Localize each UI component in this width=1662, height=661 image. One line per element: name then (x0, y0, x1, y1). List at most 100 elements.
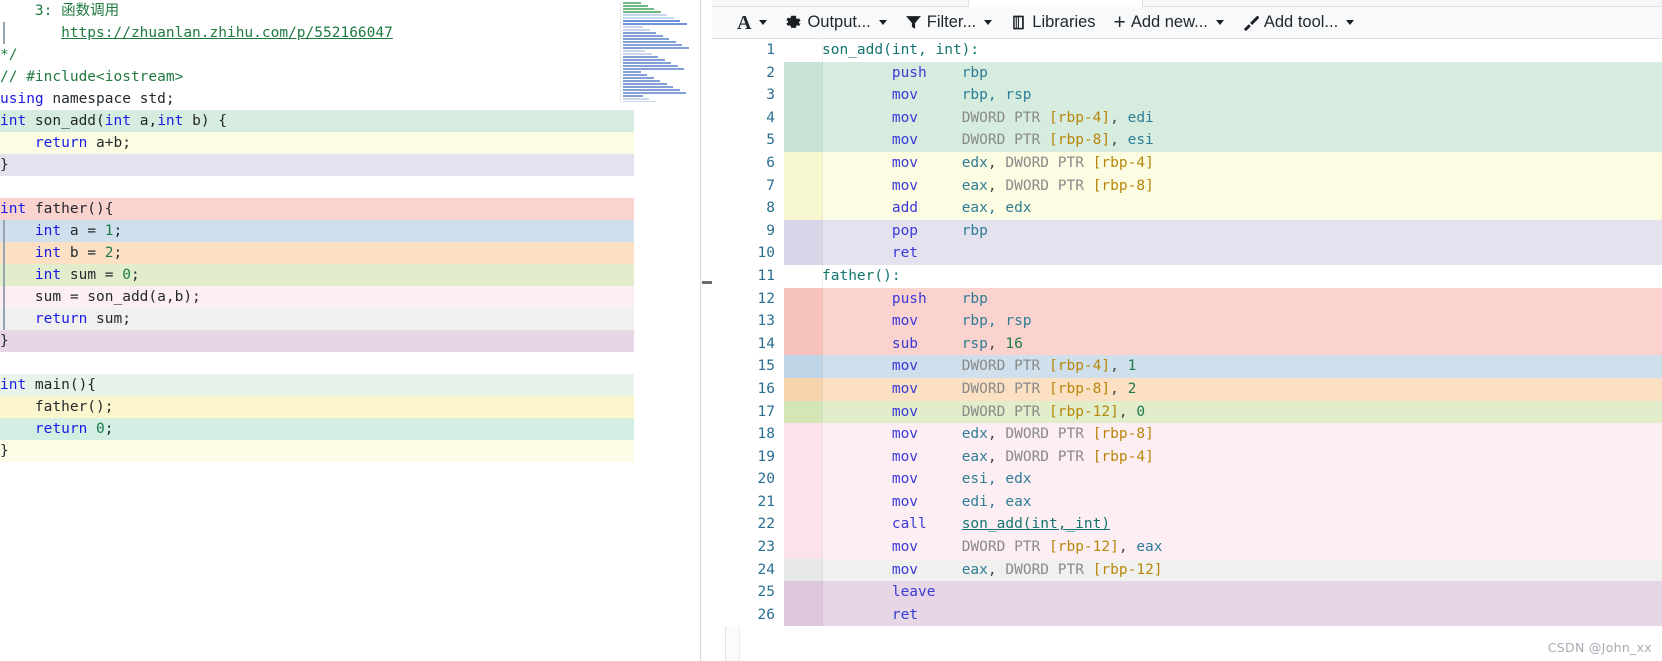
assembly-row[interactable]: 15 mov DWORD PTR [rbp-4], 1 (712, 355, 1662, 378)
assembly-row[interactable]: 5 mov DWORD PTR [rbp-8], esi (712, 129, 1662, 152)
assembly-row[interactable]: 22 call son_add(int,_int) (712, 513, 1662, 537)
assembly-row[interactable]: 11 father(): (712, 264, 1662, 288)
minimap-line (623, 56, 658, 58)
code-token: int (34, 267, 62, 283)
assembly-row[interactable]: 17 mov DWORD PTR [rbp-12], 0 (712, 400, 1662, 424)
assembly-row[interactable]: 9 pop rbp (712, 219, 1662, 243)
minimap-line (623, 101, 656, 102)
source-line[interactable]: int b = 2; (0, 242, 634, 264)
line-number: 21 (712, 490, 784, 514)
assembly-row[interactable]: 10 ret (712, 242, 1662, 265)
assembly-row[interactable]: 21 mov edi, eax (712, 490, 1662, 514)
source-mapping-gutter (784, 445, 822, 469)
toolbar-item-plus[interactable]: + Add new... (1105, 10, 1233, 36)
source-line[interactable]: father(); (0, 396, 634, 418)
assembly-row[interactable]: 1 son_add(int, int): (712, 39, 1662, 62)
source-line[interactable]: https://zhuanlan.zhihu.com/p/552166047 (0, 22, 634, 44)
source-line[interactable]: return sum; (0, 308, 634, 330)
source-line[interactable]: return a+b; (0, 132, 634, 154)
assembly-row[interactable]: 7 mov eax, DWORD PTR [rbp-8] (712, 174, 1662, 198)
source-line[interactable]: } (0, 330, 634, 352)
asm-token (822, 291, 892, 307)
source-line[interactable] (0, 176, 634, 198)
chevron-down-icon[interactable] (1346, 20, 1355, 25)
source-line[interactable]: // #include<iostream> (0, 66, 634, 88)
source-line[interactable]: } (0, 154, 634, 176)
asm-token: [rbp-8] (1092, 177, 1154, 194)
source-mapping-gutter (784, 61, 822, 85)
asm-token (822, 449, 892, 465)
assembly-row[interactable]: 19 mov eax, DWORD PTR [rbp-4] (712, 445, 1662, 469)
assembly-row[interactable]: 24 mov eax, DWORD PTR [rbp-12] (712, 558, 1662, 582)
assembly-row[interactable]: 26 ret (712, 603, 1662, 627)
assembly-row[interactable]: 20 mov esi, edx (712, 468, 1662, 491)
source-line[interactable]: int son_add(int a,int b) { (0, 110, 634, 132)
toolbar-item-libraries[interactable]: Libraries (1001, 10, 1104, 36)
source-mapping-gutter (784, 490, 822, 514)
assembly-row[interactable]: 18 mov edx, DWORD PTR [rbp-8] (712, 423, 1662, 446)
source-mapping-gutter (784, 129, 822, 152)
assembly-row[interactable]: 16 mov DWORD PTR [rbp-8], 2 (712, 377, 1662, 401)
assembly-text: pop rbp (822, 219, 1662, 243)
assembly-text: father(): (822, 264, 1662, 288)
code-token: a = (61, 223, 105, 239)
assembly-body[interactable]: 1 son_add(int, int): 2 push rbp 3 mov rbp, … (712, 39, 1662, 661)
assembly-row[interactable]: 2 push rbp (712, 61, 1662, 85)
splitter-grip[interactable] (702, 281, 712, 284)
assembly-text: mov DWORD PTR [rbp-4], 1 (822, 355, 1662, 378)
source-line[interactable]: int sum = 0; (0, 264, 634, 286)
asm-token (822, 110, 892, 126)
assembly-row[interactable]: 14 sub rsp, 16 (712, 332, 1662, 356)
line-number: 3 (712, 84, 784, 107)
assembly-row[interactable]: 4 mov DWORD PTR [rbp-4], edi (712, 106, 1662, 130)
asm-token: son_add(int, int): (822, 42, 980, 58)
source-line[interactable]: using namespace std; (0, 88, 634, 110)
minimap-line (623, 38, 669, 40)
assembly-row[interactable]: 25 leave (712, 581, 1662, 604)
assembly-row[interactable]: 12 push rbp (712, 287, 1662, 311)
line-number: 8 (712, 197, 784, 220)
asm-token: DWORD PTR (961, 403, 1050, 420)
asm-token (927, 516, 962, 532)
assembly-row[interactable]: 8 add eax, edx (712, 197, 1662, 220)
code-token: } (0, 333, 9, 349)
assembly-text: push rbp (822, 61, 1662, 85)
code-token[interactable]: https://zhuanlan.zhihu.com/p/552166047 (61, 25, 393, 41)
code-token: return (34, 421, 88, 437)
source-line[interactable]: } (0, 440, 634, 462)
toolbar-item-font-size[interactable]: A (728, 10, 776, 36)
pane-splitter[interactable] (700, 0, 712, 661)
line-number: 23 (712, 536, 784, 559)
source-line[interactable]: return 0; (0, 418, 634, 440)
source-line[interactable]: sum = son_add(a,b); (0, 286, 634, 308)
source-line[interactable]: */ (0, 44, 634, 66)
source-line[interactable] (0, 352, 634, 374)
source-line[interactable]: int a = 1; (0, 220, 634, 242)
asm-token (822, 584, 892, 600)
source-line[interactable]: int father(){ (0, 198, 634, 220)
call-target-link[interactable]: son_add(int,_int) (962, 516, 1110, 532)
assembly-row[interactable]: 6 mov edx, DWORD PTR [rbp-4] (712, 151, 1662, 175)
source-line[interactable]: int main(){ (0, 374, 634, 396)
toolbar-item-gear[interactable]: Output... (776, 10, 895, 36)
code-minimap[interactable] (620, 2, 698, 102)
chevron-down-icon[interactable] (759, 20, 768, 25)
assembly-row[interactable]: 3 mov rbp, rsp (712, 84, 1662, 107)
chevron-down-icon[interactable] (1215, 20, 1224, 25)
toolbar-item-wand[interactable]: Add tool... (1233, 10, 1363, 36)
assembly-row[interactable]: 23 mov DWORD PTR [rbp-12], eax (712, 536, 1662, 559)
source-line[interactable]: 3: 函数调用 (0, 0, 634, 22)
asm-token: mov (891, 539, 919, 556)
asm-token (918, 358, 962, 374)
toolbar-item-filter[interactable]: Filter... (896, 10, 1002, 36)
asm-token (918, 223, 962, 239)
assembly-row[interactable]: 13 mov rbp, rsp (712, 310, 1662, 333)
chevron-down-icon[interactable] (984, 20, 993, 25)
code-token: return (34, 135, 88, 151)
cpp-code-area[interactable]: 3: 函数调用 https://zhuanlan.zhihu.com/p/552… (0, 0, 634, 661)
toolbar-item-label: Add tool... (1263, 13, 1339, 32)
chevron-down-icon[interactable] (878, 20, 887, 25)
tab-active[interactable] (968, 0, 1143, 7)
minimap-line (623, 77, 654, 79)
